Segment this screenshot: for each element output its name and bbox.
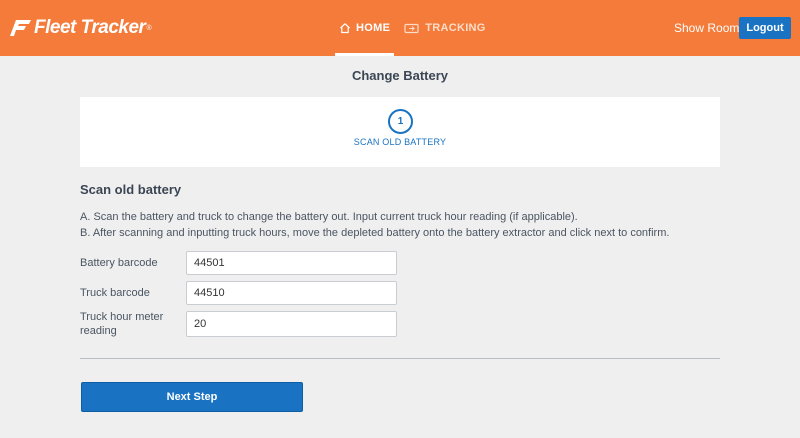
fleet-tracker-logo[interactable]: Fleet Tracker ® [10,17,152,39]
stepper-card: 1 SCAN OLD BATTERY [80,97,720,167]
home-icon [340,22,350,34]
truck-hours-label: Truck hour meter reading [80,310,163,338]
truck-hours-input[interactable] [186,311,397,337]
user-location-label[interactable]: Show Room [674,21,739,35]
logo-text: Fleet Tracker [34,17,146,38]
truck-barcode-label: Truck barcode [80,287,150,299]
nav-home-label: HOME [356,22,391,34]
form-divider [80,358,720,359]
page-title: Change Battery [351,68,449,83]
instruction-b: B. After scanning and inputting truck ho… [80,227,670,239]
truck-barcode-input[interactable] [186,281,397,305]
nav-tracking-label: TRACKING [425,22,486,34]
battery-barcode-input[interactable] [186,251,397,275]
section-title: Scan old battery [80,182,182,197]
nav-home[interactable]: HOME [335,0,395,56]
app-header: Fleet Tracker ® HOME TRACKING Show Room … [0,0,800,56]
step-number-badge: 1 [388,109,413,134]
truck-icon [404,23,419,33]
logo-mark-icon [10,20,31,36]
battery-barcode-label: Battery barcode [80,257,158,269]
instruction-a: A. Scan the battery and truck to change … [80,211,578,223]
step-label: SCAN OLD BATTERY [353,137,447,147]
truck-hours-label-line2: reading [80,325,117,337]
logout-button[interactable]: Logout [739,17,791,39]
nav-tracking[interactable]: TRACKING [404,0,485,56]
truck-hours-label-line1: Truck hour meter [80,311,164,323]
main-nav: HOME TRACKING [335,0,486,56]
logo-trademark: ® [146,24,152,32]
next-step-button[interactable]: Next Step [81,382,303,412]
